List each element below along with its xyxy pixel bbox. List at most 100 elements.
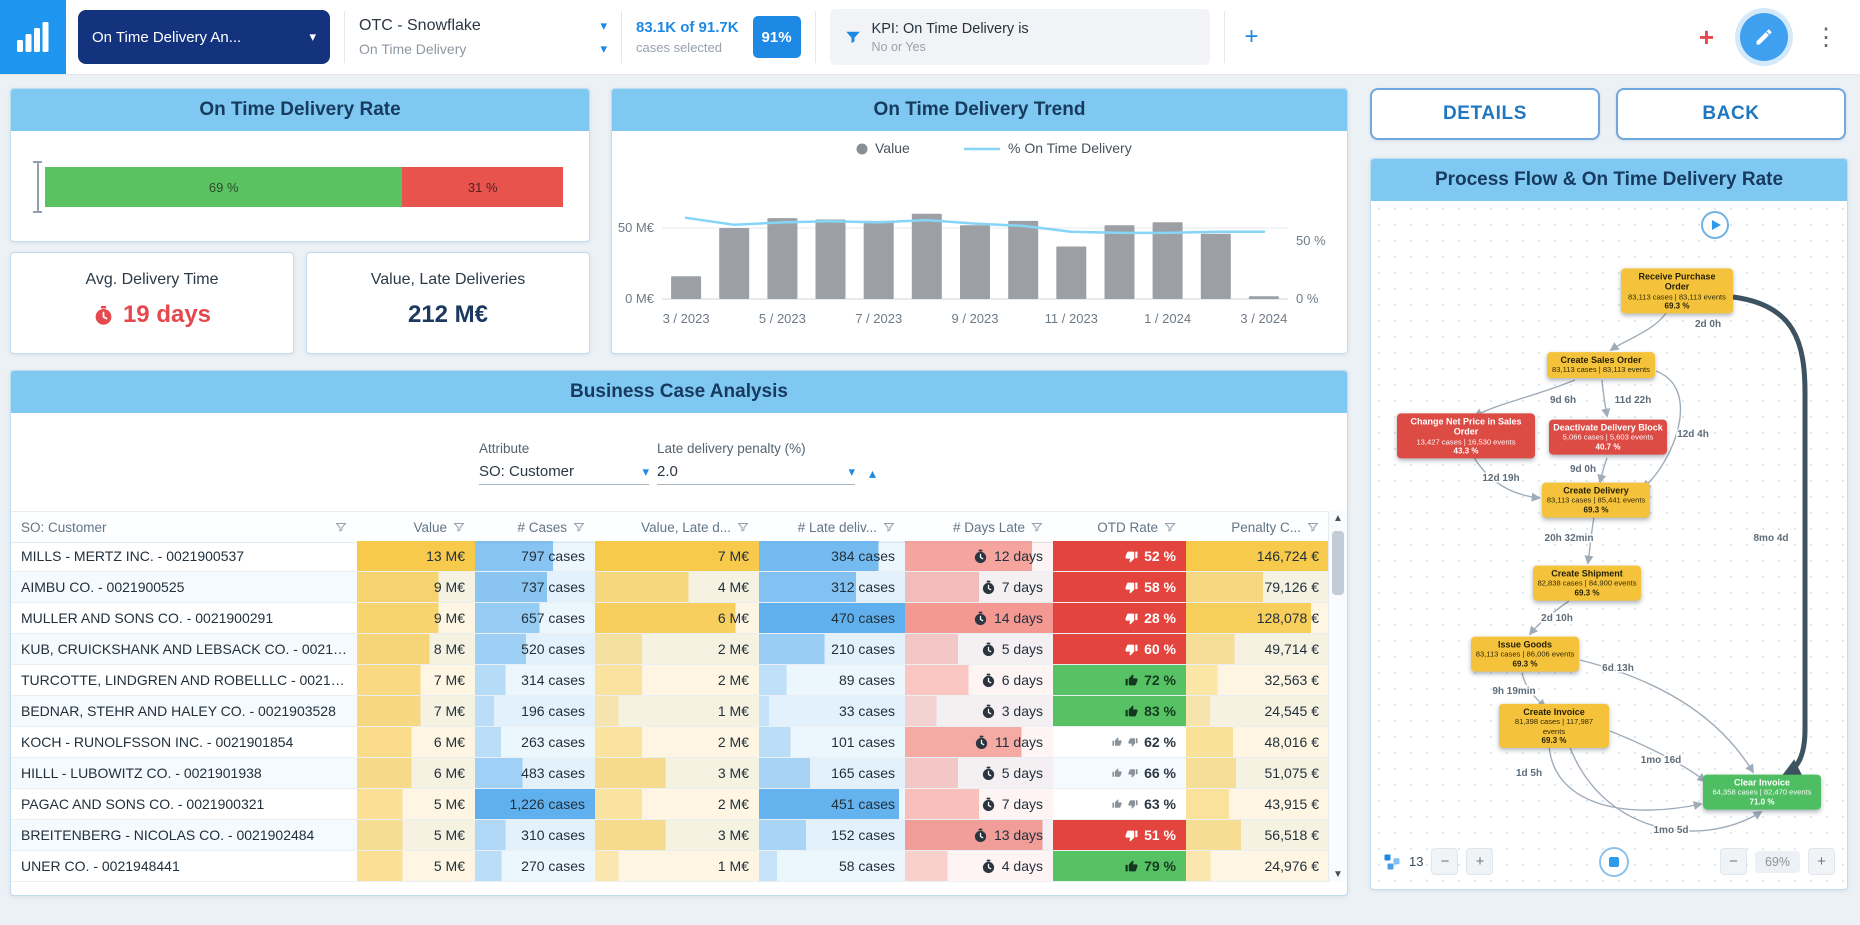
gauge-late-segment[interactable]: 31 % xyxy=(402,167,563,207)
table-row[interactable]: KUB, CRUICKSHANK AND LEBSACK CO. - 00219… xyxy=(11,634,1329,665)
thumbs-down-icon xyxy=(1125,829,1138,842)
scrollbar-thumb[interactable] xyxy=(1332,531,1344,595)
cell-otd-rate: 58 % xyxy=(1053,572,1186,602)
remove-activity-button[interactable]: − xyxy=(1431,848,1458,875)
thumbs-up-icon xyxy=(1112,737,1122,747)
kpi-filter-chip[interactable]: KPI: On Time Delivery is No or Yes xyxy=(830,9,1210,65)
dashboard-name: On Time Delivery An... xyxy=(92,29,241,46)
flow-node[interactable]: Change Net Price in Sales Order13,427 ca… xyxy=(1397,413,1535,458)
column-header-penalty[interactable]: Penalty C... xyxy=(1186,512,1329,542)
flow-node[interactable]: Create Delivery83,113 cases | 85,441 eve… xyxy=(1542,483,1650,518)
process-flow-canvas[interactable]: 2d 0h9d 6h11d 22h12d 4h12d 19h9d 0h20h 3… xyxy=(1371,201,1847,889)
filter-funnel-icon[interactable] xyxy=(453,521,465,533)
business-case-analysis-card: Business Case Analysis Attribute SO: Cus… xyxy=(10,370,1348,896)
back-button[interactable]: BACK xyxy=(1616,88,1846,140)
filter-funnel-icon[interactable] xyxy=(335,521,347,533)
activity-count: 13 xyxy=(1409,854,1423,869)
filter-funnel-icon[interactable] xyxy=(1307,521,1319,533)
chevron-down-icon: ▾ xyxy=(309,29,316,45)
flow-node[interactable]: Create Shipment82,838 cases | 84,900 eve… xyxy=(1533,566,1641,601)
divider xyxy=(815,11,816,63)
attribute-select[interactable]: SO: Customer ▾ xyxy=(479,463,649,485)
flow-node[interactable]: Clear Invoice64,358 cases | 82,470 event… xyxy=(1703,775,1821,810)
table-row[interactable]: UNER CO. - 00219484415 M€270 cases1 M€58… xyxy=(11,851,1329,882)
filter-funnel-icon[interactable] xyxy=(573,521,585,533)
svg-text:12d 19h: 12d 19h xyxy=(1482,473,1519,484)
column-header-cases[interactable]: # Cases xyxy=(475,512,595,542)
trend-chart[interactable]: Value% On Time Delivery50 M€0 M€50 %0 %3… xyxy=(612,131,1347,353)
add-filter-button[interactable]: + xyxy=(1239,22,1265,52)
table-scrollbar[interactable]: ▲ ▼ xyxy=(1328,511,1347,882)
clock-icon xyxy=(981,642,996,657)
selection-caption: cases selected xyxy=(636,40,739,55)
table-row[interactable]: BEDNAR, STEHR AND HALEY CO. - 0021903528… xyxy=(11,696,1329,727)
table-row[interactable]: BREITENBERG - NICOLAS CO. - 00219024845 … xyxy=(11,820,1329,851)
table-row[interactable]: KOCH - RUNOLFSSON INC. - 00219018546 M€2… xyxy=(11,727,1329,758)
table-row[interactable]: PAGAC AND SONS CO. - 00219003215 M€1,226… xyxy=(11,789,1329,820)
svg-text:% On Time Delivery: % On Time Delivery xyxy=(1008,140,1132,156)
cell-late-value: 7 M€ xyxy=(595,541,759,571)
scroll-down-icon[interactable]: ▼ xyxy=(1329,869,1347,880)
cell-otd-rate: 83 % xyxy=(1053,696,1186,726)
gauge-on-time-segment[interactable]: 69 % xyxy=(45,167,402,207)
zoom-out-button[interactable]: − xyxy=(1720,848,1747,875)
clock-icon xyxy=(973,828,988,843)
more-options-button[interactable]: ⋮ xyxy=(1808,22,1844,53)
chevron-down-icon: ▾ xyxy=(642,464,649,480)
selection-percentage-badge: 91% xyxy=(753,16,801,58)
filter-funnel-icon[interactable] xyxy=(1164,521,1176,533)
cell-customer: BEDNAR, STEHR AND HALEY CO. - 0021903528 xyxy=(11,696,357,726)
table-row[interactable]: AIMBU CO. - 00219005259 M€737 cases4 M€3… xyxy=(11,572,1329,603)
data-model-selector[interactable]: OTC - Snowflake▾ On Time Delivery▾ xyxy=(359,17,607,57)
column-header-customer[interactable]: SO: Customer xyxy=(11,512,357,542)
svg-text:5 / 2023: 5 / 2023 xyxy=(759,311,806,326)
cell-value: 9 M€ xyxy=(357,572,475,602)
cell-penalty: 51,075 € xyxy=(1186,758,1329,788)
table-row[interactable]: HILLL - LUBOWITZ CO. - 00219019386 M€483… xyxy=(11,758,1329,789)
zoom-in-button[interactable]: + xyxy=(1808,848,1835,875)
flow-node[interactable]: Create Invoice81,398 cases | 117,987 eve… xyxy=(1499,704,1609,748)
cell-customer: MULLER AND SONS CO. - 0021900291 xyxy=(11,603,357,633)
stop-animation-button[interactable] xyxy=(1599,847,1629,877)
dashboard-selector[interactable]: On Time Delivery An... ▾ xyxy=(78,10,330,64)
card-title: Business Case Analysis xyxy=(11,371,1347,413)
kpi-value: 19 days xyxy=(123,301,211,329)
filter-funnel-icon[interactable] xyxy=(737,521,749,533)
penalty-input[interactable]: 2.0 ▾ xyxy=(657,463,855,485)
cell-days-late: 13 days xyxy=(905,820,1053,850)
flow-node[interactable]: Issue Goods83,113 cases | 86,006 events6… xyxy=(1471,637,1579,672)
clock-icon xyxy=(974,735,989,750)
column-header-days_late[interactable]: # Days Late xyxy=(905,512,1053,542)
table-row[interactable]: MULLER AND SONS CO. - 00219002919 M€657 … xyxy=(11,603,1329,634)
column-header-value[interactable]: Value xyxy=(357,512,475,542)
flow-node[interactable]: Create Sales Order83,113 cases | 83,113 … xyxy=(1547,352,1655,378)
svg-text:8mo 4d: 8mo 4d xyxy=(1753,533,1788,544)
filter-funnel-icon[interactable] xyxy=(1031,521,1043,533)
process-model-icon[interactable] xyxy=(1383,853,1401,871)
collapse-controls-icon[interactable]: ▴ xyxy=(869,465,876,482)
divider xyxy=(344,11,345,63)
column-header-late_value[interactable]: Value, Late d... xyxy=(595,512,759,542)
add-activity-button[interactable]: + xyxy=(1466,848,1493,875)
thumbs-down-icon xyxy=(1125,643,1138,656)
cell-late-deliveries: 451 cases xyxy=(759,789,905,819)
cell-otd-rate: 28 % xyxy=(1053,603,1186,633)
flow-node[interactable]: Receive Purchase Order83,113 cases | 83,… xyxy=(1621,268,1733,313)
column-header-otd[interactable]: OTD Rate xyxy=(1053,512,1186,542)
play-animation-button[interactable] xyxy=(1701,211,1729,239)
add-component-button[interactable]: + xyxy=(1693,21,1720,54)
edit-button[interactable] xyxy=(1740,13,1788,61)
details-button[interactable]: DETAILS xyxy=(1370,88,1600,140)
svg-text:9d 6h: 9d 6h xyxy=(1550,395,1576,406)
scroll-up-icon[interactable]: ▲ xyxy=(1329,513,1347,524)
flow-node[interactable]: Deactivate Delivery Block5,066 cases | 5… xyxy=(1549,420,1667,455)
column-header-late_deliveries[interactable]: # Late deliv... xyxy=(759,512,905,542)
filter-funnel-icon[interactable] xyxy=(883,521,895,533)
clock-icon xyxy=(981,580,996,595)
cell-penalty: 24,545 € xyxy=(1186,696,1329,726)
app-logo-icon[interactable] xyxy=(0,0,66,74)
table-row[interactable]: MILLS - MERTZ INC. - 002190053713 M€797 … xyxy=(11,541,1329,572)
cell-days-late: 7 days xyxy=(905,572,1053,602)
table-row[interactable]: TURCOTTE, LINDGREN AND ROBELLLC - 00219.… xyxy=(11,665,1329,696)
cell-value: 6 M€ xyxy=(357,727,475,757)
